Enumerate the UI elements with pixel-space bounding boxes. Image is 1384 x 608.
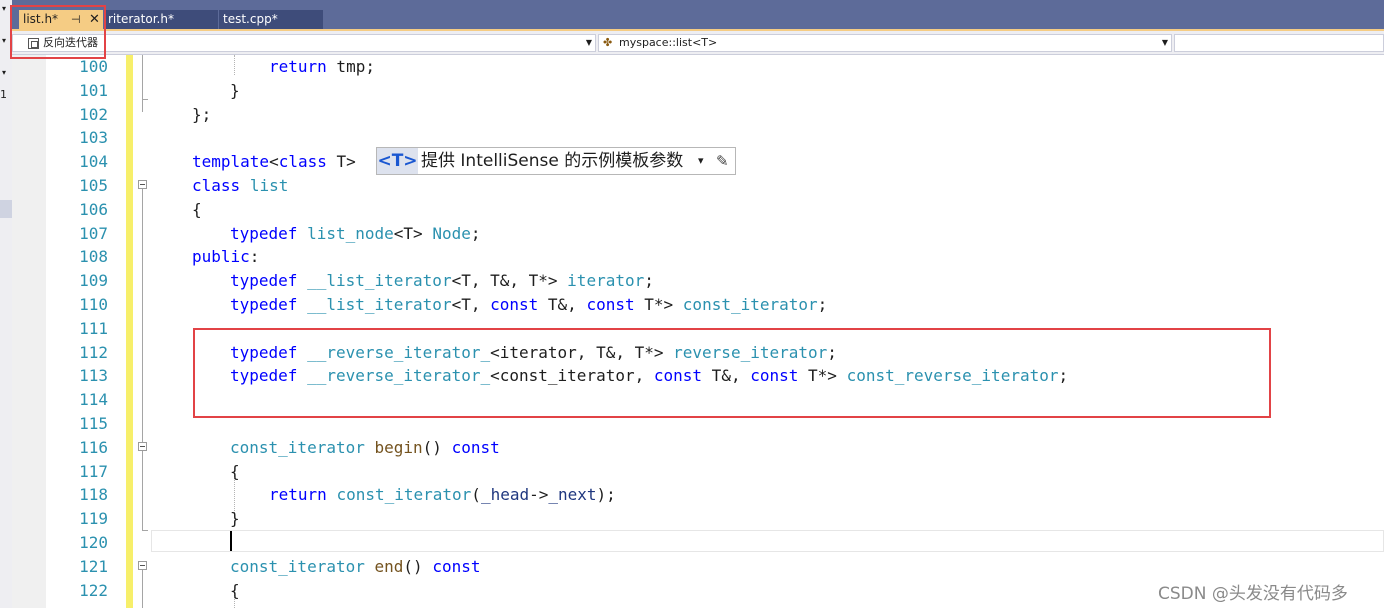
line-number: 114	[79, 390, 108, 410]
code-line-102: };	[192, 104, 212, 124]
code-line-118: return const_iterator(_head->_next);	[269, 485, 616, 505]
line-number: 120	[79, 533, 108, 552]
tab-label: riterator.h*	[108, 12, 174, 26]
line-number: 106	[79, 199, 108, 219]
line-number: 109	[79, 271, 108, 291]
code-line-101: }	[230, 80, 240, 100]
template-param-button[interactable]: <T>	[377, 148, 418, 174]
pencil-icon[interactable]: ✎	[716, 148, 729, 174]
code-line-105: class list	[192, 176, 289, 195]
code-line-117: {	[230, 461, 240, 481]
text-caret	[230, 531, 232, 551]
highlight-box	[193, 328, 1271, 418]
watermark: CSDN @头发没有代码多	[1158, 584, 1348, 604]
document-tab-bar: list.h* ⊣ ✕ riterator.h* test.cpp*	[12, 0, 1384, 31]
fold-toggle-icon[interactable]	[138, 180, 147, 189]
code-line-119: }	[230, 509, 240, 529]
code-line-121: const_iterator end() const	[230, 556, 481, 576]
dropdown-arrow-icon[interactable]: ▼	[586, 35, 592, 51]
strip-arrow-icon[interactable]: ▾	[2, 36, 6, 46]
line-number: 117	[79, 461, 108, 481]
navigation-bar: 反向迭代器 ▼ ✤ myspace::list<T> ▼	[12, 31, 1384, 55]
highlight-box	[10, 5, 106, 59]
code-line-108: public:	[192, 247, 260, 267]
outline-end	[142, 99, 148, 100]
line-number: 107	[79, 223, 108, 243]
template-intellisense-bar[interactable]: <T> 提供 IntelliSense 的示例模板参数 ▾ ✎	[376, 147, 736, 175]
fold-toggle-icon[interactable]	[138, 442, 147, 451]
line-number: 103	[79, 128, 108, 148]
code-line-110: typedef __list_iterator<T, const T&, con…	[230, 295, 828, 314]
code-line-107: typedef list_node<T> Node;	[230, 223, 481, 243]
change-tracking-bar	[126, 55, 133, 608]
line-number: 116	[79, 437, 108, 457]
strip-arrow-icon[interactable]: ▾	[2, 68, 6, 78]
line-number: 104	[79, 152, 108, 172]
dropdown-arrow-icon[interactable]: ▾	[698, 149, 704, 173]
class-dropdown[interactable]: ✤ myspace::list<T> ▼	[598, 34, 1172, 52]
code-line-122: {	[230, 580, 240, 600]
line-number: 112	[79, 342, 108, 362]
tab-riterator-h[interactable]: riterator.h*	[104, 10, 218, 29]
outline-line	[142, 570, 143, 608]
line-number: 110	[79, 295, 108, 314]
tab-test-cpp[interactable]: test.cpp*	[219, 10, 323, 29]
line-number: 105	[79, 176, 108, 195]
fold-toggle-icon[interactable]	[138, 561, 147, 570]
indent-guide	[234, 55, 235, 75]
class-icon: ✤	[603, 36, 613, 49]
member-dropdown[interactable]	[1174, 34, 1384, 52]
dropdown-arrow-icon[interactable]: ▼	[1162, 35, 1168, 51]
line-number: 118	[79, 485, 108, 505]
line-number: 101	[79, 80, 108, 100]
template-bar-text: 提供 IntelliSense 的示例模板参数	[421, 151, 684, 171]
code-line-104: template<class T>	[192, 152, 356, 172]
outline-line	[142, 189, 143, 445]
outline-end	[142, 530, 148, 531]
code-line-109: typedef __list_iterator<T, T&, T*> itera…	[230, 271, 654, 291]
line-number: 115	[79, 414, 108, 433]
current-line-highlight	[151, 530, 1384, 552]
glyph-margin	[12, 55, 46, 608]
line-number: 113	[79, 366, 108, 386]
code-line-106: {	[192, 199, 202, 219]
code-line-100: return tmp;	[269, 57, 375, 76]
strip-selection	[0, 200, 12, 218]
line-number: 102	[79, 104, 108, 124]
outline-line	[142, 55, 143, 112]
line-number: 122	[79, 580, 108, 600]
outline-line	[142, 451, 143, 531]
code-line-116: const_iterator begin() const	[230, 437, 500, 457]
line-number: 108	[79, 247, 108, 267]
line-number: 111	[79, 318, 108, 338]
strip-arrow-icon[interactable]: ▾	[2, 4, 6, 14]
tab-label: test.cpp*	[223, 12, 278, 26]
class-label: myspace::list<T>	[619, 36, 718, 49]
line-number: 119	[79, 509, 108, 529]
line-number: 121	[79, 556, 108, 576]
strip-digit: 1	[0, 88, 7, 101]
